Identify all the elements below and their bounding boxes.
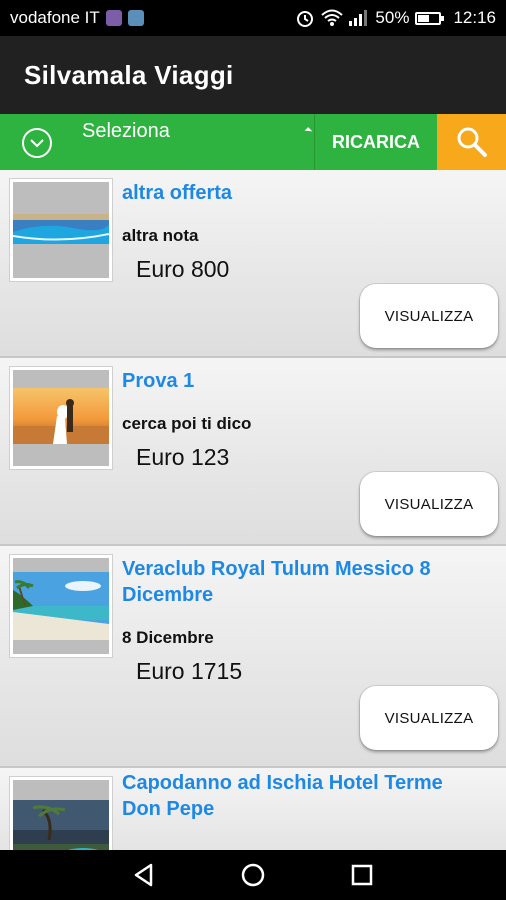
offer-thumbnail[interactable] [9,366,113,470]
view-button[interactable]: VISUALIZZA [360,284,498,348]
recent-apps-icon[interactable] [349,862,375,888]
resort-photo [13,800,109,850]
couple-sunset-photo [13,388,109,444]
list-item: altra offerta altra nota Euro 800 VISUAL… [0,170,506,358]
notification-icon [105,10,122,26]
beach-photo [13,572,109,640]
offer-list[interactable]: altra offerta altra nota Euro 800 VISUAL… [0,170,506,850]
battery-percent: 50% [375,8,410,27]
offer-thumbnail[interactable] [9,178,113,282]
status-bar: vodafone IT 50% 12:16 [0,0,506,36]
offer-note: altra nota [122,226,199,245]
dropdown-arrow-icon [304,127,313,135]
offer-price: Euro 800 [136,256,230,282]
clock: 12:16 [453,8,496,27]
offer-title[interactable]: Veraclub Royal Tulum Messico 8 Dicembre [122,556,476,608]
wifi-icon [321,9,344,26]
app-bar: Silvamala Viaggi [0,36,506,114]
view-button[interactable]: VISUALIZZA [360,472,498,536]
category-select[interactable]: Seleziona [0,114,314,170]
reload-button[interactable]: RICARICA [314,114,437,170]
search-icon [457,127,487,157]
offer-title[interactable]: Capodanno ad Ischia Hotel Terme Don Pepe [122,770,476,822]
signal-icon [349,10,368,26]
list-item: Prova 1 cerca poi ti dico Euro 123 VISUA… [0,358,506,546]
play-store-icon [127,10,144,26]
offer-price: Euro 1715 [136,658,243,684]
offer-note: cerca poi ti dico [122,414,252,433]
alarm-icon [297,11,314,27]
search-button[interactable] [437,114,506,170]
navigation-bar [0,850,506,900]
offer-thumbnail[interactable] [9,776,113,850]
select-label: Seleziona [82,120,170,142]
battery-icon [415,11,445,25]
pool-photo [13,214,109,244]
carrier-label: vodafone IT [10,8,100,27]
list-item: Capodanno ad Ischia Hotel Terme Don Pepe [0,768,506,850]
offer-thumbnail[interactable] [9,554,113,658]
view-button[interactable]: VISUALIZZA [360,686,498,750]
offer-price: Euro 123 [136,444,230,470]
app-title: Silvamala Viaggi [24,59,234,90]
offer-title[interactable]: altra offerta [122,180,476,206]
back-icon[interactable] [131,862,157,888]
offer-title[interactable]: Prova 1 [122,368,476,394]
offer-note: 8 Dicembre [122,628,214,647]
toolbar: Seleziona RICARICA [0,114,506,170]
list-item: Veraclub Royal Tulum Messico 8 Dicembre … [0,546,506,768]
chevron-down-icon [22,128,52,158]
home-icon[interactable] [240,862,266,888]
